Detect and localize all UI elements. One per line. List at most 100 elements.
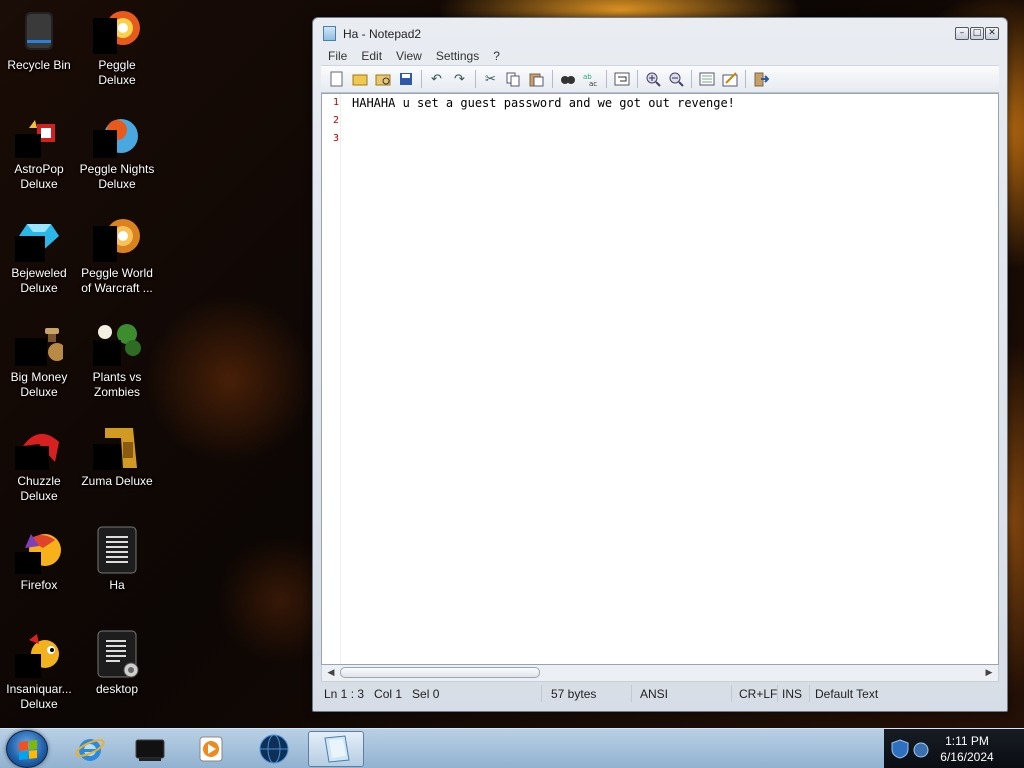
copy-icon[interactable] xyxy=(504,70,523,89)
clock-time[interactable]: 1:11 PM xyxy=(932,734,1002,748)
zoom-out-icon[interactable] xyxy=(666,70,685,89)
network-icon[interactable] xyxy=(912,741,930,759)
line-number: 1 xyxy=(332,97,339,108)
plants-vs-zombies-icon xyxy=(93,318,141,366)
taskbar-network-globe[interactable] xyxy=(246,731,302,767)
status-line-endings[interactable]: CR+LF xyxy=(739,687,777,701)
scrollbar-thumb[interactable] xyxy=(340,667,540,678)
scroll-right-icon[interactable]: ▶ xyxy=(982,668,996,678)
menu-bar: File Edit View Settings ? xyxy=(321,46,999,65)
menu-file[interactable]: File xyxy=(321,49,354,63)
start-button[interactable] xyxy=(6,730,48,768)
status-size: 57 bytes xyxy=(551,687,597,701)
desktop-icon-big-money[interactable]: Big Money Deluxe xyxy=(0,312,78,412)
toolbar-separator xyxy=(552,70,553,88)
undo-icon[interactable]: ↶ xyxy=(427,70,446,89)
taskbar-internet-explorer[interactable] xyxy=(62,731,118,767)
title-bar[interactable]: Ha - Notepad2 – □ ✕ xyxy=(313,18,1007,46)
desktop-icon-label: Peggle Nights Deluxe xyxy=(79,162,155,191)
taskbar-notepad2[interactable] xyxy=(308,731,364,767)
desktop-icon-zuma[interactable]: Zuma Deluxe xyxy=(78,416,156,516)
insaniquarium-icon xyxy=(15,630,63,678)
toolbar: ↶ ↷ ✂ ab ac xyxy=(321,65,999,93)
minimize-button[interactable]: – xyxy=(955,27,969,40)
replace-icon[interactable]: ab ac xyxy=(581,70,600,89)
windows-media-player-icon xyxy=(199,736,223,762)
toolbar-separator xyxy=(475,70,476,88)
desktop-icon-label: AstroPop Deluxe xyxy=(14,162,64,191)
media-center-icon xyxy=(135,739,165,761)
network-globe-icon xyxy=(259,734,289,764)
security-shield-icon[interactable] xyxy=(890,739,910,759)
desktop-icon-bejeweled[interactable]: Bejeweled Deluxe xyxy=(0,208,78,308)
scheme-icon[interactable] xyxy=(697,70,716,89)
status-scheme[interactable]: Default Text xyxy=(815,687,878,701)
status-separator xyxy=(541,685,542,702)
desktop-icon-peggle-nights[interactable]: Peggle Nights Deluxe xyxy=(78,104,156,204)
browse-icon[interactable] xyxy=(373,70,392,89)
desktop-icon-ha[interactable]: Ha xyxy=(78,520,156,620)
horizontal-scrollbar[interactable]: ◀ ▶ xyxy=(321,665,999,682)
zoom-in-icon[interactable] xyxy=(643,70,662,89)
desktop-icon-label: Zuma Deluxe xyxy=(81,474,153,488)
desktop-icon-astropop[interactable]: AstroPop Deluxe xyxy=(0,104,78,204)
desktop-icon-label: Insaniquar... Deluxe xyxy=(6,682,72,711)
peggle-nights-icon xyxy=(93,110,141,158)
desktop-icon-label: desktop xyxy=(95,682,139,696)
cut-icon[interactable]: ✂ xyxy=(481,70,500,89)
chuzzle-icon xyxy=(15,422,63,470)
status-encoding[interactable]: ANSI xyxy=(640,687,668,701)
word-wrap-icon[interactable] xyxy=(612,70,631,89)
desktop-icon-label: Bejeweled Deluxe xyxy=(11,266,67,295)
taskbar-media-center[interactable] xyxy=(122,731,178,767)
text-editor[interactable]: 1 2 3 HAHAHA u set a guest password and … xyxy=(321,93,999,665)
desktop-icon-chuzzle[interactable]: Chuzzle Deluxe xyxy=(0,416,78,516)
toolbar-separator xyxy=(606,70,607,88)
maximize-button[interactable]: □ xyxy=(970,27,984,40)
desktop-icon-plants-vs-zombies[interactable]: Plants vs Zombies xyxy=(78,312,156,412)
menu-help[interactable]: ? xyxy=(486,49,507,63)
editor-line[interactable]: HAHAHA u set a guest password and we got… xyxy=(352,96,735,110)
desktop-icon-desktop[interactable]: desktop xyxy=(78,624,156,724)
open-file-icon[interactable] xyxy=(350,70,369,89)
svg-text:ac: ac xyxy=(589,80,597,86)
desktop-icon-label: Ha xyxy=(109,578,125,592)
peggle-icon xyxy=(93,6,141,54)
caption-buttons: – □ ✕ xyxy=(955,27,999,40)
desktop-icon-label: Plants vs Zombies xyxy=(92,370,142,399)
toolbar-separator xyxy=(421,70,422,88)
desktop-icon-firefox[interactable]: Firefox xyxy=(0,520,78,620)
customize-scheme-icon[interactable] xyxy=(720,70,739,89)
menu-edit[interactable]: Edit xyxy=(354,49,389,63)
clock-date[interactable]: 6/16/2024 xyxy=(932,750,1002,764)
desktop-icon-label: Firefox xyxy=(20,578,58,592)
taskbar-windows-media-player[interactable] xyxy=(182,731,238,767)
menu-settings[interactable]: Settings xyxy=(429,49,486,63)
desktop-icon-insaniquarium[interactable]: Insaniquar... Deluxe xyxy=(0,624,78,724)
save-icon[interactable] xyxy=(396,70,415,89)
desktop-icon-label: Chuzzle Deluxe xyxy=(17,474,61,503)
desktop-icon-recycle-bin[interactable]: Recycle Bin xyxy=(0,0,78,100)
notepad2-icon xyxy=(324,735,350,763)
windows-logo-icon xyxy=(19,740,37,760)
desktop-icon-label: Peggle World of Warcraft ... xyxy=(81,266,153,295)
bejeweled-icon xyxy=(15,214,63,262)
find-icon[interactable] xyxy=(558,70,577,89)
desktop-icon-peggle-wow[interactable]: Peggle World of Warcraft ... xyxy=(78,208,156,308)
status-separator xyxy=(809,685,810,702)
close-button[interactable]: ✕ xyxy=(985,27,999,40)
toolbar-separator xyxy=(691,70,692,88)
text-file-shortcut-icon xyxy=(93,630,141,678)
notepad2-app-icon xyxy=(323,26,336,41)
exit-icon[interactable] xyxy=(751,70,770,89)
line-number: 2 xyxy=(332,115,339,126)
new-file-icon[interactable] xyxy=(327,70,346,89)
notepad2-window[interactable]: Ha - Notepad2 – □ ✕ File Edit View Setti… xyxy=(312,17,1008,712)
system-tray: 1:11 PM 6/16/2024 xyxy=(884,729,1024,768)
menu-view[interactable]: View xyxy=(389,49,429,63)
paste-icon[interactable] xyxy=(527,70,546,89)
redo-icon[interactable]: ↷ xyxy=(450,70,469,89)
status-bar: Ln 1 : 3 Col 1 Sel 0 57 bytes ANSI CR+LF… xyxy=(321,683,999,704)
desktop-icon-peggle-deluxe[interactable]: Peggle Deluxe xyxy=(78,0,156,100)
scroll-left-icon[interactable]: ◀ xyxy=(324,668,338,678)
